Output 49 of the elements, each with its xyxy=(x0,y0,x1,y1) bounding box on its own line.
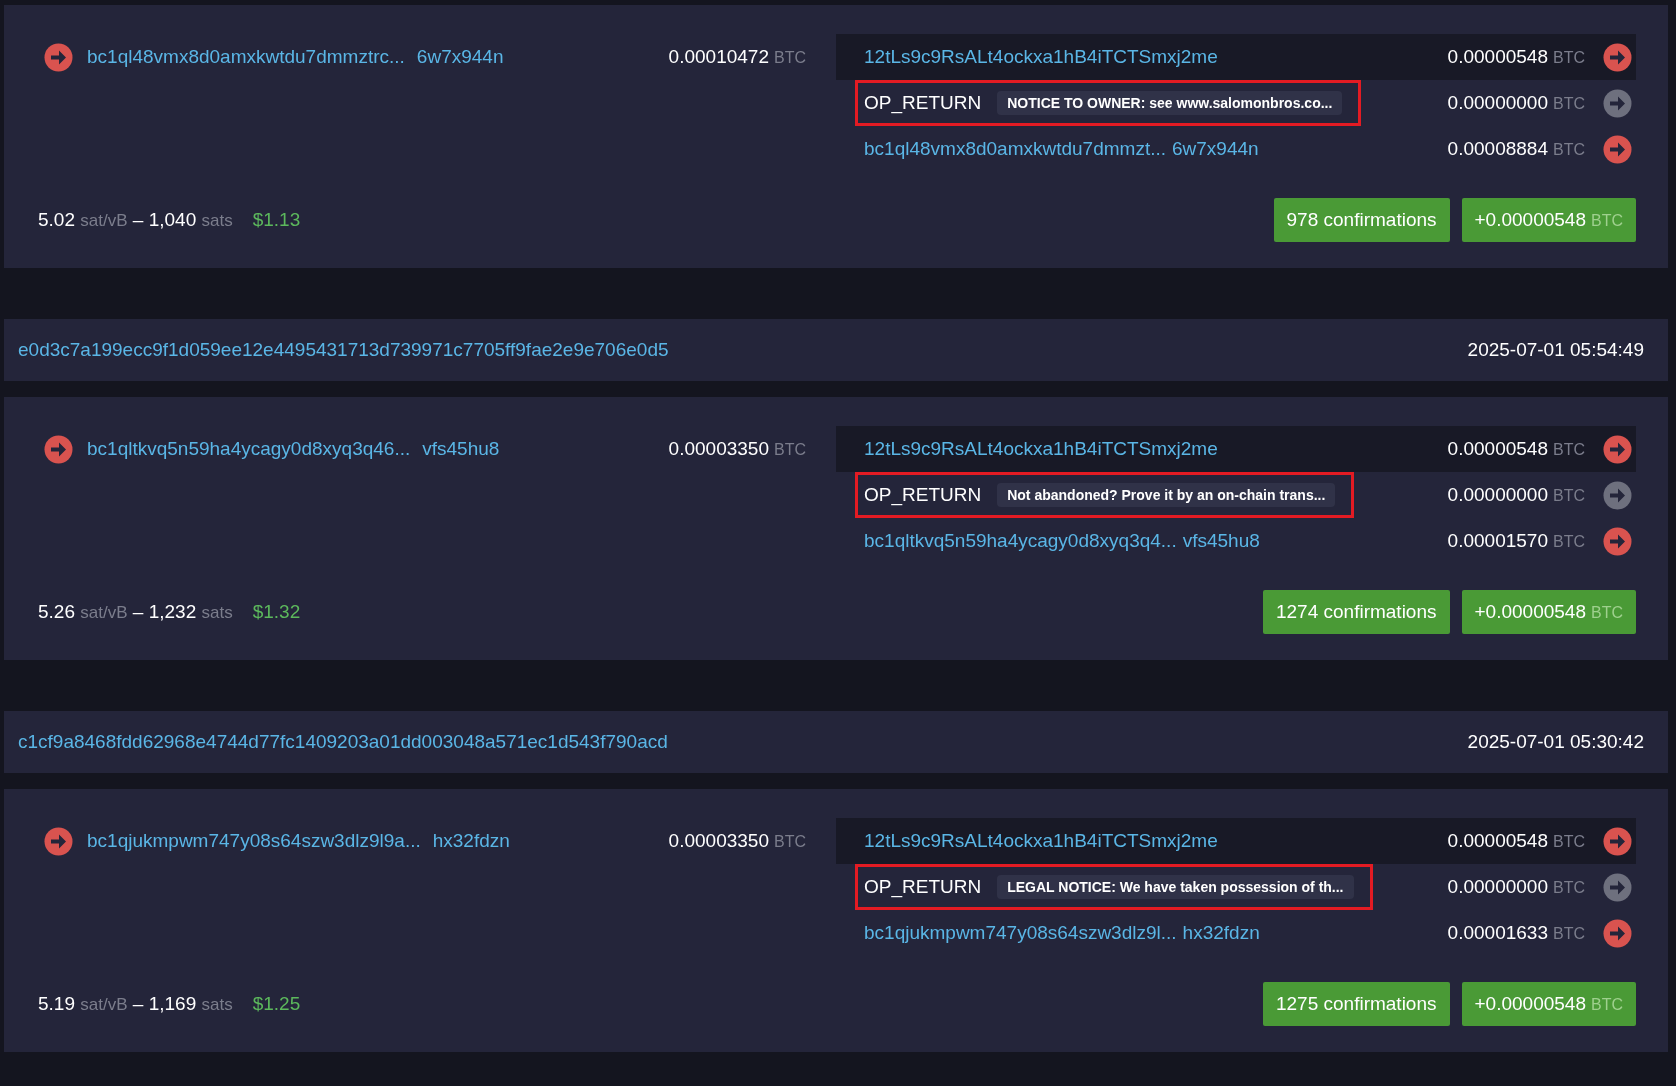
address-link[interactable]: bc1qltkvq5n59ha4ycagy0d8xyq3q4... xyxy=(864,530,1177,552)
address-link[interactable]: bc1ql48vmx8d0amxkwtdu7dmmztrc... xyxy=(87,46,405,68)
input-amount: 0.00010472 BTC xyxy=(668,46,806,68)
amount-button[interactable]: +0.00000548 BTC xyxy=(1461,590,1636,634)
address-link[interactable]: 6w7x944n xyxy=(1172,138,1259,160)
address-link[interactable]: 12tLs9c9RsALt4ockxa1hB4iTCTSmxj2me xyxy=(864,438,1218,460)
output-amount: 0.00000548 BTC xyxy=(1447,438,1585,460)
output-amount: 0.00000548 BTC xyxy=(1447,830,1585,852)
op-return-label: OP_RETURN xyxy=(864,92,982,114)
amount-button[interactable]: +0.00000548 BTC xyxy=(1461,198,1636,242)
fee-usd: $1.25 xyxy=(252,993,301,1015)
op-return-message: LEGAL NOTICE: We have taken possession of th... xyxy=(997,875,1354,899)
txid-link[interactable]: c1cf9a8468fdd62968e4744d77fc1409203a01dd003048a571ec1d543f790acd xyxy=(18,731,668,753)
fee-info: 5.19 sat/vB – 1,169 sats xyxy=(38,993,233,1015)
op-return-label: OP_RETURN xyxy=(864,484,982,506)
address-link[interactable]: bc1qjukmpwm747y08s64szw3dlz9l... xyxy=(864,922,1177,944)
confirmations-button[interactable]: 1274 confirmations xyxy=(1262,590,1450,634)
op-return-message: Not abandoned? Prove it by an on-chain trans... xyxy=(997,483,1336,507)
output-amount: 0.00001633 BTC xyxy=(1447,922,1585,944)
address-link[interactable]: bc1qjukmpwm747y08s64szw3dlz9l9a... xyxy=(87,830,421,852)
address-link[interactable]: bc1qltkvq5n59ha4ycagy0d8xyq3q46... xyxy=(87,438,411,460)
input-amount: 0.00003350 BTC xyxy=(668,830,806,852)
timestamp: 2025-07-01 05:54:49 xyxy=(1467,339,1644,361)
fee-usd: $1.13 xyxy=(252,209,301,231)
output-amount: 0.00001570 BTC xyxy=(1447,530,1585,552)
fee-usd: $1.32 xyxy=(252,601,301,623)
address-link[interactable]: bc1ql48vmx8d0amxkwtdu7dmmzt... xyxy=(864,138,1166,160)
output-amount: 0.00000000 BTC xyxy=(1447,92,1585,114)
output-amount: 0.00000000 BTC xyxy=(1447,484,1585,506)
address-link[interactable]: hx32fdzn xyxy=(432,830,510,852)
address-link[interactable]: 6w7x944n xyxy=(416,46,504,68)
output-amount: 0.00000548 BTC xyxy=(1447,46,1585,68)
confirmations-button[interactable]: 978 confirmations xyxy=(1273,198,1450,242)
address-link[interactable]: 12tLs9c9RsALt4ockxa1hB4iTCTSmxj2me xyxy=(864,46,1218,68)
address-link[interactable]: vfs45hu8 xyxy=(422,438,500,460)
op-return-label: OP_RETURN xyxy=(864,876,982,898)
output-amount: 0.00000000 BTC xyxy=(1447,876,1585,898)
fee-info: 5.26 sat/vB – 1,232 sats xyxy=(38,601,233,623)
timestamp: 2025-07-01 05:30:42 xyxy=(1467,731,1644,753)
txid-link[interactable]: e0d3c7a199ecc9f1d059ee12e4495431713d739971c7705ff9fae2e9e706e0d5 xyxy=(18,339,669,361)
confirmations-button[interactable]: 1275 confirmations xyxy=(1262,982,1450,1026)
op-return-message: NOTICE TO OWNER: see www.salomonbros.co... xyxy=(997,91,1343,115)
input-amount: 0.00003350 BTC xyxy=(668,438,806,460)
address-link[interactable]: vfs45hu8 xyxy=(1182,530,1260,552)
fee-info: 5.02 sat/vB – 1,040 sats xyxy=(38,209,233,231)
output-amount: 0.00008884 BTC xyxy=(1447,138,1585,160)
address-link[interactable]: 12tLs9c9RsALt4ockxa1hB4iTCTSmxj2me xyxy=(864,830,1218,852)
amount-button[interactable]: +0.00000548 BTC xyxy=(1461,982,1636,1026)
address-link[interactable]: hx32fdzn xyxy=(1182,922,1260,944)
